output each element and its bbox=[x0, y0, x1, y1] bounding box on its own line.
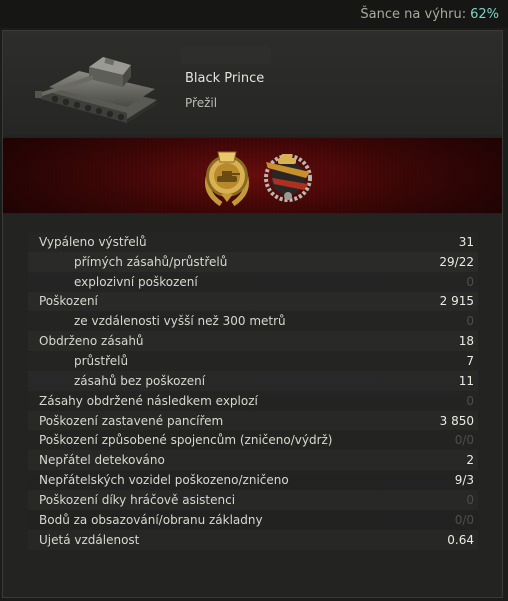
stat-value: 7 bbox=[466, 353, 474, 368]
stat-value: 31 bbox=[458, 234, 474, 249]
win-chance-label: Šance na výhru: bbox=[360, 6, 467, 22]
stat-label: Ujetá vzdálenost bbox=[39, 532, 140, 547]
stat-label: Poškození způsobené spojencům (zničeno/v… bbox=[39, 433, 333, 448]
stat-value: 0 bbox=[466, 274, 474, 289]
stat-label: přímých zásahů/průstřelů bbox=[74, 254, 228, 269]
stat-row: Poškození způsobené spojencům (zničeno/v… bbox=[28, 430, 478, 450]
gold-tank-medal-icon[interactable] bbox=[199, 144, 255, 208]
stat-label: Bodů za obsazování/obranu základny bbox=[39, 512, 263, 527]
stat-row: Poškození zastavené pancířem 3 850 bbox=[28, 411, 478, 431]
stat-row: Vypáleno výstřelů 31 bbox=[28, 232, 478, 252]
vehicle-status: Přežil bbox=[185, 96, 218, 110]
win-chance-value: 62% bbox=[470, 6, 499, 22]
stat-row: explozivní poškození 0 bbox=[28, 272, 478, 292]
stat-label: Obdrženo zásahů bbox=[39, 334, 144, 349]
tank-wreath-badge-icon[interactable] bbox=[260, 144, 316, 208]
stat-value: 9/3 bbox=[454, 473, 474, 488]
stat-row: ze vzdálenosti vyšší než 300 metrů 0 bbox=[28, 311, 478, 331]
medals-strip bbox=[3, 137, 502, 214]
stat-row: Obdrženo zásahů 18 bbox=[28, 331, 478, 351]
stat-label: Vypáleno výstřelů bbox=[39, 234, 147, 249]
stat-label: ze vzdálenosti vyšší než 300 metrů bbox=[74, 314, 286, 329]
stat-value: 0 bbox=[466, 393, 474, 408]
stat-row: zásahů bez poškození 11 bbox=[28, 371, 478, 391]
tank-icon bbox=[35, 57, 159, 123]
stat-value: 29/22 bbox=[439, 254, 474, 269]
stat-row: Zásahy obdržené následkem explozí 0 bbox=[28, 391, 478, 411]
stat-row: průstřelů 7 bbox=[28, 351, 478, 371]
stat-label: Zásahy obdržené následkem explozí bbox=[39, 393, 258, 408]
stat-label: Poškození díky hráčově asistenci bbox=[39, 492, 236, 507]
stat-label: průstřelů bbox=[74, 353, 129, 368]
stat-label: Poškození bbox=[39, 294, 98, 309]
stat-label: zásahů bez poškození bbox=[74, 373, 206, 388]
stat-value: 2 915 bbox=[439, 294, 474, 309]
stat-value: 2 bbox=[466, 453, 474, 468]
win-chance-bar: Šance na výhru: 62% bbox=[0, 0, 508, 28]
stat-value: 11 bbox=[458, 373, 474, 388]
stat-value: 0 bbox=[466, 314, 474, 329]
stat-label: explozivní poškození bbox=[74, 274, 198, 289]
stat-value: 0/0 bbox=[454, 433, 474, 448]
stats-table: Vypáleno výstřelů 31 přímých zásahů/průstř… bbox=[28, 232, 478, 550]
stat-row: přímých zásahů/průstřelů 29/22 bbox=[28, 252, 478, 272]
vehicle-header: Black Prince Přežil bbox=[3, 31, 502, 135]
stat-value: 0 bbox=[466, 492, 474, 507]
stat-value: 18 bbox=[458, 334, 474, 349]
stat-value: 0.64 bbox=[447, 532, 474, 547]
stat-row: Nepřátel detekováno 2 bbox=[28, 450, 478, 470]
stat-label: Nepřátel detekováno bbox=[39, 453, 165, 468]
player-name-hidden bbox=[181, 46, 271, 64]
stat-row: Bodů za obsazování/obranu základny 0/0 bbox=[28, 510, 478, 530]
stat-value: 0/0 bbox=[454, 512, 474, 527]
stat-label: Poškození zastavené pancířem bbox=[39, 413, 224, 428]
stat-label: Nepřátelských vozidel poškozeno/zničeno bbox=[39, 473, 289, 488]
stat-row: Nepřátelských vozidel poškozeno/zničeno 9… bbox=[28, 470, 478, 490]
stat-row: Ujetá vzdálenost 0.64 bbox=[28, 530, 478, 550]
stat-row: Poškození 2 915 bbox=[28, 292, 478, 312]
stat-row: Poškození díky hráčově asistenci 0 bbox=[28, 490, 478, 510]
stat-value: 3 850 bbox=[439, 413, 474, 428]
vehicle-result-panel: Black Prince Přežil Vypáleno výstřelů 31… bbox=[2, 30, 503, 598]
battle-results-window: Šance na výhru: 62% Black Prince Přežil … bbox=[0, 0, 508, 601]
vehicle-name: Black Prince bbox=[185, 71, 265, 86]
